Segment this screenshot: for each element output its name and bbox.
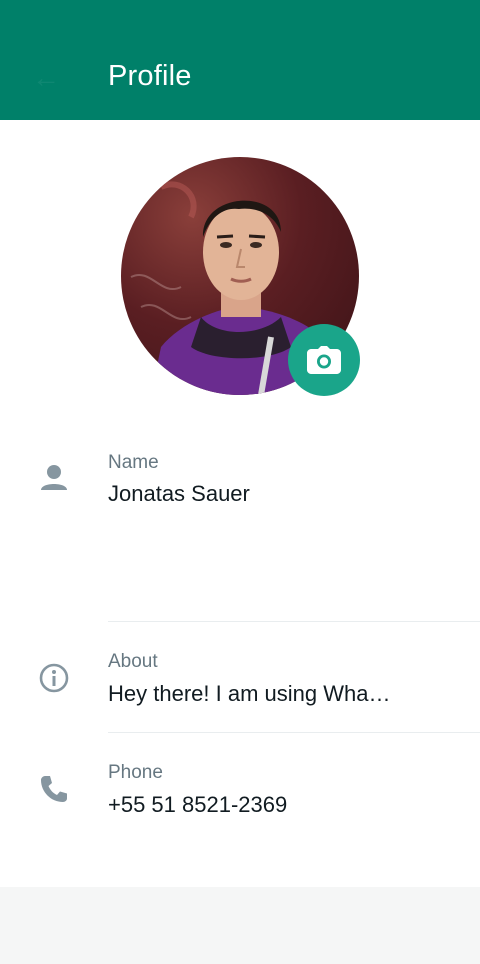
about-label: About: [108, 651, 158, 672]
phone-icon: [41, 776, 67, 802]
divider: [108, 732, 480, 733]
name-label: Name: [108, 452, 159, 473]
phone-label: Phone: [108, 762, 163, 783]
camera-icon: [307, 346, 341, 374]
divider: [108, 621, 480, 622]
bottom-bar: [0, 887, 480, 964]
name-value: Jonatas Sauer: [108, 481, 250, 506]
info-icon: [39, 663, 69, 693]
change-photo-button[interactable]: [288, 324, 360, 396]
about-value: Hey there! I am using Wha…: [108, 681, 391, 706]
person-icon: [41, 465, 67, 490]
app-bar: ← Profile: [0, 0, 480, 120]
page-title: Profile: [108, 60, 192, 92]
phone-value: +55 51 8521-2369: [108, 792, 288, 817]
back-arrow-icon[interactable]: ←: [28, 60, 64, 96]
